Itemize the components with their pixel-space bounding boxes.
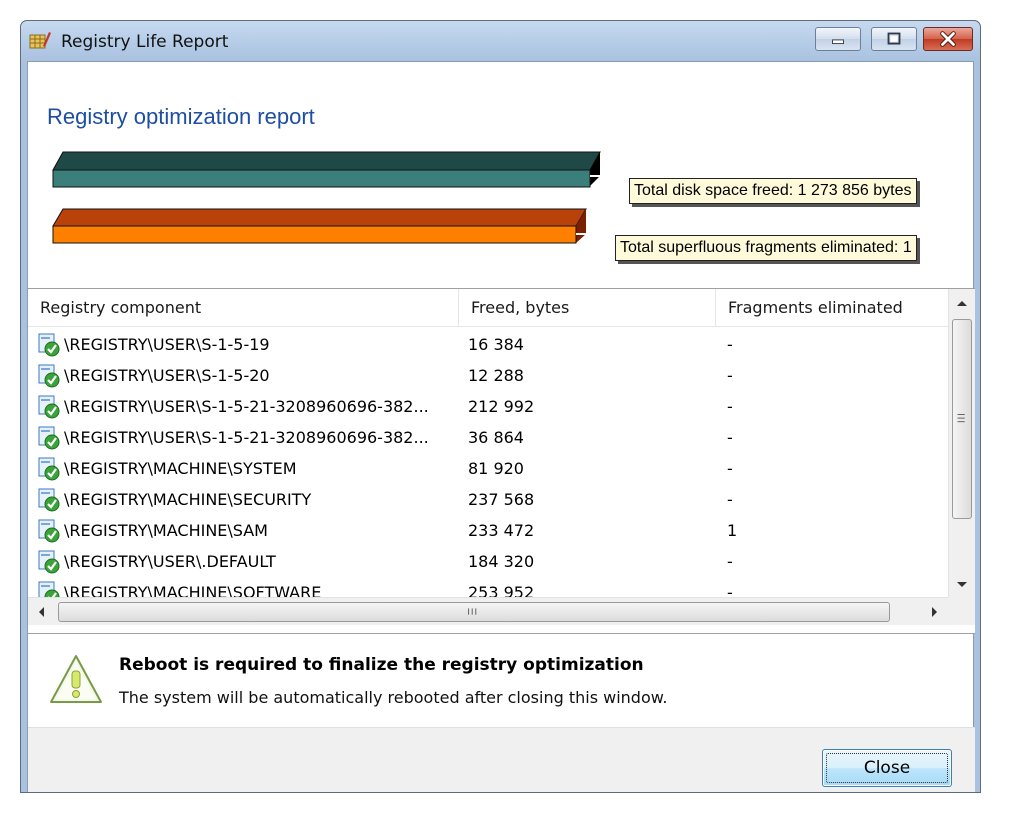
scroll-down-arrow-icon[interactable] bbox=[949, 571, 975, 597]
component-name: \REGISTRY\USER\S-1-5-19 bbox=[64, 335, 270, 354]
column-header-fragments[interactable]: Fragments eliminated bbox=[716, 289, 948, 327]
report-content: Registry optimization report Total disk … bbox=[27, 61, 975, 792]
scrollbar-corner bbox=[948, 597, 975, 625]
list-body: \REGISTRY\USER\S-1-5-19 16 384 - \REGIST… bbox=[28, 329, 948, 597]
component-name: \REGISTRY\USER\S-1-5-20 bbox=[64, 366, 270, 385]
list-header: Registry component Freed, bytes Fragment… bbox=[28, 289, 948, 327]
component-name: \REGISTRY\MACHINE\SECURITY bbox=[64, 490, 312, 509]
freed-bytes: 184 320 bbox=[468, 552, 535, 571]
fragments-bar bbox=[52, 208, 587, 244]
freed-bytes: 233 472 bbox=[468, 521, 535, 540]
component-name: \REGISTRY\USER\S-1-5-21-3208960696-382..… bbox=[64, 397, 429, 416]
freed-bytes: 237 568 bbox=[468, 490, 535, 509]
registry-ok-icon bbox=[38, 581, 60, 597]
freed-bytes: 12 288 bbox=[468, 366, 524, 385]
registry-ok-icon bbox=[38, 395, 60, 419]
fragments-count: - bbox=[727, 428, 733, 447]
column-header-component[interactable]: Registry component bbox=[28, 289, 459, 327]
report-window: Registry Life Report Registry optimizati… bbox=[20, 20, 981, 793]
vertical-scrollbar[interactable] bbox=[948, 289, 975, 597]
registry-ok-icon bbox=[38, 488, 60, 512]
close-window-button[interactable] bbox=[923, 27, 973, 51]
maximize-icon bbox=[887, 32, 901, 45]
fragments-count: - bbox=[727, 366, 733, 385]
registry-ok-icon bbox=[38, 457, 60, 481]
focus-rectangle bbox=[826, 753, 948, 783]
table-row[interactable]: \REGISTRY\USER\S-1-5-19 16 384 - bbox=[28, 329, 948, 360]
component-name: \REGISTRY\USER\.DEFAULT bbox=[64, 552, 276, 571]
column-header-freed[interactable]: Freed, bytes bbox=[459, 289, 716, 327]
window-title: Registry Life Report bbox=[61, 32, 229, 52]
fragments-count: - bbox=[727, 459, 733, 478]
reboot-warning-title: Reboot is required to finalize the regis… bbox=[119, 655, 644, 675]
fragments-count: - bbox=[727, 397, 733, 416]
fragments-eliminated-label: Total superfluous fragments eliminated: … bbox=[615, 235, 917, 261]
freed-bytes: 81 920 bbox=[468, 459, 524, 478]
freed-bytes: 212 992 bbox=[468, 397, 535, 416]
registry-app-icon bbox=[29, 32, 51, 49]
disk-space-freed-label: Total disk space freed: 1 273 856 bytes bbox=[629, 178, 917, 204]
minimize-button[interactable] bbox=[815, 27, 861, 51]
table-row[interactable]: \REGISTRY\USER\S-1-5-21-3208960696-382..… bbox=[28, 391, 948, 422]
fragments-count: - bbox=[727, 490, 733, 509]
scroll-right-arrow-icon[interactable] bbox=[920, 598, 948, 626]
fragments-count: - bbox=[727, 335, 733, 354]
scroll-left-arrow-icon[interactable] bbox=[28, 598, 56, 626]
table-row[interactable]: \REGISTRY\MACHINE\SECURITY 237 568 - bbox=[28, 484, 948, 515]
freed-bytes: 253 952 bbox=[468, 583, 535, 597]
table-row[interactable]: \REGISTRY\MACHINE\SYSTEM 81 920 - bbox=[28, 453, 948, 484]
freed-bytes: 36 864 bbox=[468, 428, 524, 447]
table-row[interactable]: \REGISTRY\MACHINE\SOFTWARE 253 952 - bbox=[28, 577, 948, 597]
registry-component-list[interactable]: Registry component Freed, bytes Fragment… bbox=[28, 288, 975, 634]
freed-bytes: 16 384 bbox=[468, 335, 524, 354]
maximize-button[interactable] bbox=[871, 27, 917, 51]
fragments-count: 1 bbox=[727, 521, 738, 540]
vertical-scroll-thumb[interactable] bbox=[952, 319, 972, 519]
fragments-count: - bbox=[727, 583, 733, 597]
scroll-up-arrow-icon[interactable] bbox=[949, 291, 975, 317]
warning-icon bbox=[50, 655, 102, 703]
grip-icon bbox=[468, 608, 477, 615]
disk-space-bar bbox=[52, 151, 601, 188]
registry-ok-icon bbox=[38, 333, 60, 357]
fragments-count: - bbox=[727, 552, 733, 571]
title-bar[interactable]: Registry Life Report bbox=[21, 21, 980, 63]
table-row[interactable]: \REGISTRY\USER\S-1-5-20 12 288 - bbox=[28, 360, 948, 391]
horizontal-scroll-thumb[interactable] bbox=[58, 602, 890, 622]
registry-ok-icon bbox=[38, 364, 60, 388]
table-row[interactable]: \REGISTRY\MACHINE\SAM 233 472 1 bbox=[28, 515, 948, 546]
grip-icon bbox=[957, 414, 965, 423]
dialog-footer: Close bbox=[28, 727, 975, 792]
close-button[interactable]: Close bbox=[822, 749, 952, 787]
registry-ok-icon bbox=[38, 426, 60, 450]
close-icon bbox=[940, 31, 956, 47]
reboot-warning-text: The system will be automatically reboote… bbox=[119, 688, 668, 707]
registry-ok-icon bbox=[38, 550, 60, 574]
registry-ok-icon bbox=[38, 519, 60, 543]
component-name: \REGISTRY\MACHINE\SYSTEM bbox=[64, 459, 297, 478]
table-row[interactable]: \REGISTRY\USER\.DEFAULT 184 320 - bbox=[28, 546, 948, 577]
component-name: \REGISTRY\MACHINE\SAM bbox=[64, 521, 268, 540]
component-name: \REGISTRY\USER\S-1-5-21-3208960696-382..… bbox=[64, 428, 429, 447]
horizontal-scrollbar[interactable] bbox=[28, 597, 948, 625]
component-name: \REGISTRY\MACHINE\SOFTWARE bbox=[64, 583, 322, 597]
minimize-icon bbox=[832, 39, 844, 45]
table-row[interactable]: \REGISTRY\USER\S-1-5-21-3208960696-382..… bbox=[28, 422, 948, 453]
